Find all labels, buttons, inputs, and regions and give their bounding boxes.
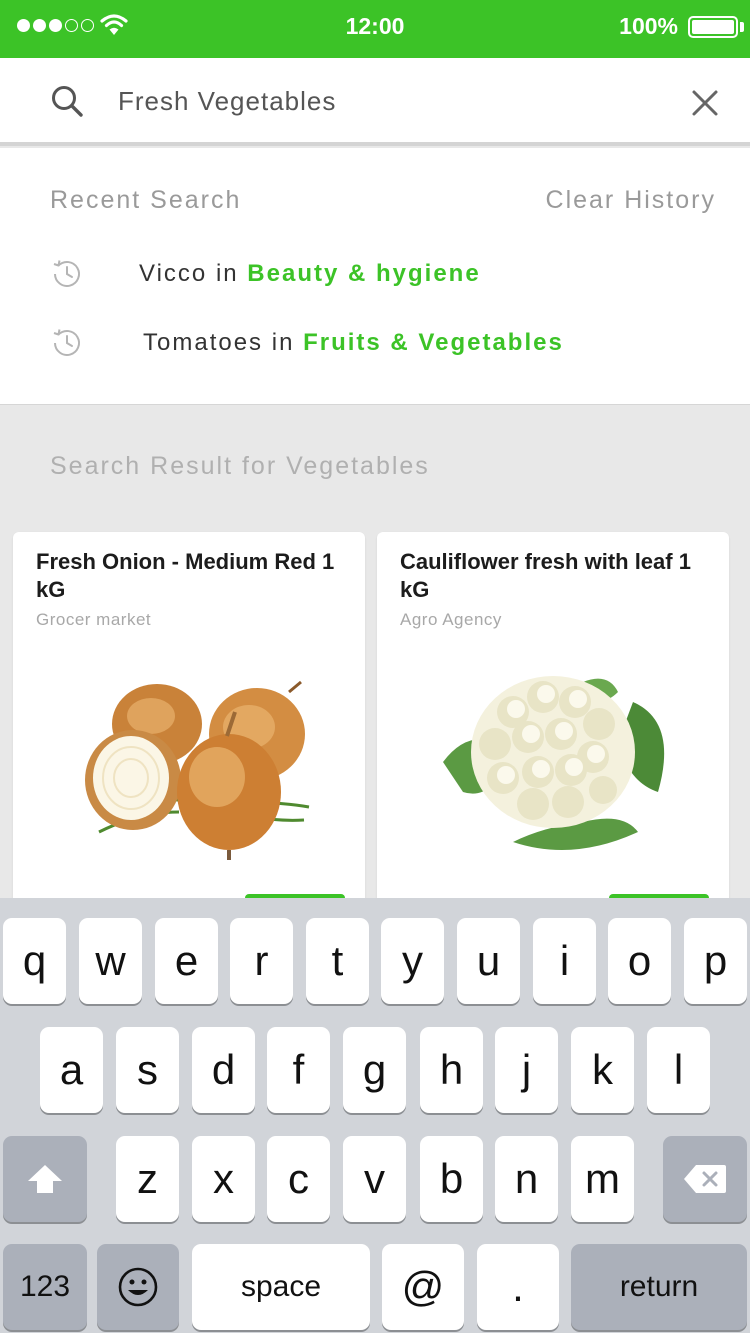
emoji-icon: [118, 1267, 158, 1307]
product-name: Cauliflower fresh with leaf 1 kG: [400, 549, 691, 602]
recent-search-item[interactable]: Tomatoes in Fruits & Vegetables: [48, 323, 564, 363]
history-icon: [53, 329, 80, 356]
key-i[interactable]: i: [533, 918, 596, 1004]
shift-key[interactable]: [3, 1136, 87, 1222]
recent-search-joiner: in: [215, 260, 239, 287]
key-d[interactable]: d: [192, 1027, 255, 1113]
key-r[interactable]: r: [230, 918, 293, 1004]
space-key[interactable]: space: [192, 1244, 370, 1330]
search-icon[interactable]: [50, 84, 84, 118]
recent-search-term: Tomatoes: [143, 329, 264, 356]
key-c[interactable]: c: [267, 1136, 330, 1222]
history-icon: [53, 260, 80, 287]
key-z[interactable]: z: [116, 1136, 179, 1222]
key-u[interactable]: u: [457, 918, 520, 1004]
at-key[interactable]: @: [382, 1244, 464, 1330]
key-t[interactable]: t: [306, 918, 369, 1004]
key-x[interactable]: x: [192, 1136, 255, 1222]
search-input[interactable]: [118, 78, 658, 124]
status-bar: 12:00 100%: [0, 0, 750, 58]
recent-search-category: Beauty & hygiene: [247, 260, 481, 287]
recent-search-item[interactable]: Vicco in Beauty & hygiene: [48, 254, 481, 294]
key-k[interactable]: k: [571, 1027, 634, 1113]
key-w[interactable]: w: [79, 918, 142, 1004]
recent-search-title: Recent Search: [50, 186, 242, 214]
search-results-title: Search Result for Vegetables: [50, 452, 430, 480]
close-icon[interactable]: [690, 88, 720, 118]
key-j[interactable]: j: [495, 1027, 558, 1113]
product-card[interactable]: Cauliflower fresh with leaf 1 kG Agro Ag…: [377, 532, 729, 912]
key-a[interactable]: a: [40, 1027, 103, 1113]
product-name: Fresh Onion - Medium Red 1 kG: [36, 549, 335, 602]
product-seller: Grocer market: [36, 610, 152, 629]
emoji-key[interactable]: [97, 1244, 179, 1330]
return-key[interactable]: return: [571, 1244, 747, 1330]
key-b[interactable]: b: [420, 1136, 483, 1222]
key-s[interactable]: s: [116, 1027, 179, 1113]
cauliflower-image: [443, 676, 665, 850]
key-l[interactable]: l: [647, 1027, 710, 1113]
key-o[interactable]: o: [608, 918, 671, 1004]
key-f[interactable]: f: [267, 1027, 330, 1113]
recent-search-term: Vicco: [139, 260, 208, 287]
recent-search-joiner: in: [271, 329, 295, 356]
key-y[interactable]: y: [381, 918, 444, 1004]
recent-search-panel: Recent Search Clear History Vicco in Bea…: [0, 148, 750, 405]
product-card[interactable]: Fresh Onion - Medium Red 1 kG Grocer mar…: [13, 532, 365, 912]
key-n[interactable]: n: [495, 1136, 558, 1222]
key-h[interactable]: h: [420, 1027, 483, 1113]
key-q[interactable]: q: [3, 918, 66, 1004]
key-v[interactable]: v: [343, 1136, 406, 1222]
key-e[interactable]: e: [155, 918, 218, 1004]
backspace-key[interactable]: [663, 1136, 747, 1222]
numbers-key[interactable]: 123: [3, 1244, 87, 1330]
search-bar: [0, 58, 750, 146]
key-m[interactable]: m: [571, 1136, 634, 1222]
key-p[interactable]: p: [684, 918, 747, 1004]
period-key[interactable]: .: [477, 1244, 559, 1330]
backspace-icon: [684, 1165, 726, 1193]
product-seller: Agro Agency: [400, 610, 502, 629]
clear-history-button[interactable]: Clear History: [546, 186, 716, 215]
shift-icon: [28, 1165, 62, 1193]
keyboard: q w e r t y u i o p a s d f g h j k l z …: [0, 898, 750, 1333]
onion-image: [85, 680, 310, 860]
key-g[interactable]: g: [343, 1027, 406, 1113]
battery-icon: [688, 16, 738, 38]
recent-search-category: Fruits & Vegetables: [303, 329, 564, 356]
battery-percent: 100%: [619, 13, 678, 39]
